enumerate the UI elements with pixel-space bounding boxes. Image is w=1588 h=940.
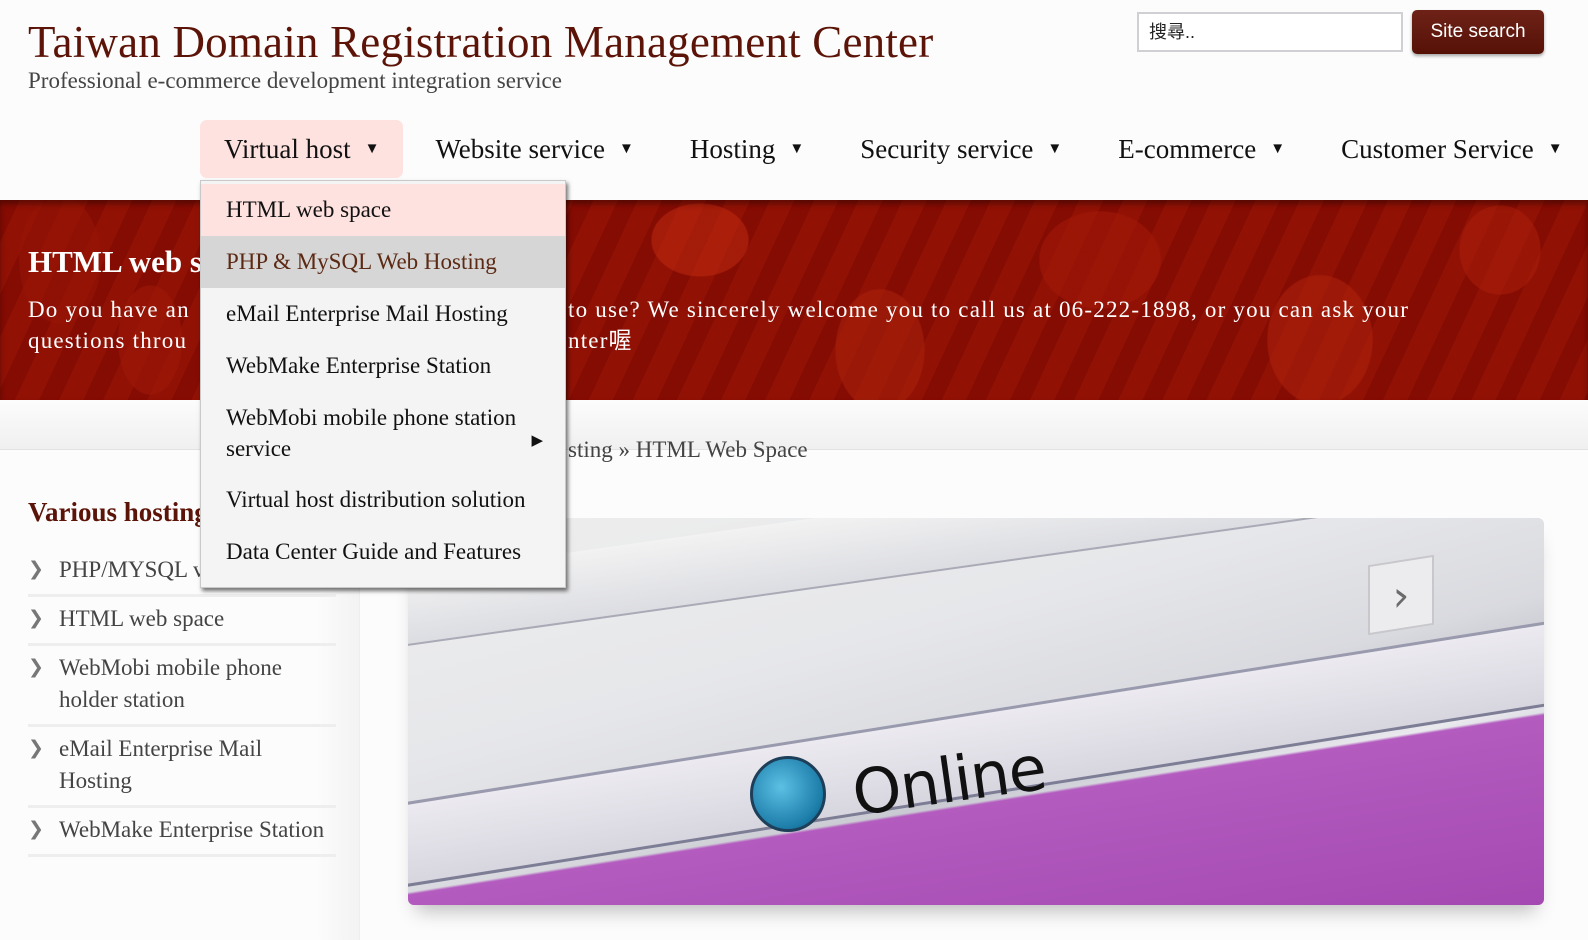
banner-line: questions throu bbox=[28, 328, 188, 353]
nav-label: Website service bbox=[435, 133, 605, 164]
menu-item-data-center-guide[interactable]: Data Center Guide and Features bbox=[201, 526, 565, 587]
site-tagline: Professional e-commerce development inte… bbox=[28, 68, 562, 93]
chevron-right-icon: ❯ bbox=[28, 656, 44, 678]
menu-item-html-web-space[interactable]: HTML web space bbox=[201, 184, 565, 236]
menu-item-webmobi-service[interactable]: WebMobi mobile phone station service ▶ bbox=[201, 392, 565, 474]
virtual-host-dropdown: HTML web space PHP & MySQL Web Hosting e… bbox=[200, 180, 566, 588]
main-nav: Virtual host ▼ Website service ▼ Hosting… bbox=[200, 120, 1588, 178]
sidebar-item-label: HTML web space bbox=[59, 606, 225, 631]
chevron-right-icon: ❯ bbox=[28, 818, 44, 840]
menu-item-distribution-solution[interactable]: Virtual host distribution solution bbox=[201, 474, 565, 526]
nav-item-security-service[interactable]: Security service ▼ bbox=[836, 120, 1086, 178]
nav-item-customer-service[interactable]: Customer Service ▼ bbox=[1317, 120, 1587, 178]
caret-down-icon: ▼ bbox=[1547, 140, 1563, 157]
caret-down-icon: ▼ bbox=[364, 140, 380, 157]
search-input[interactable] bbox=[1137, 12, 1403, 52]
banner-title: HTML web s bbox=[28, 244, 202, 279]
sidebar-item-email-hosting[interactable]: ❯ eMail Enterprise Mail Hosting bbox=[28, 727, 336, 808]
chevron-right-icon: ❯ bbox=[28, 607, 44, 629]
sidebar-title: Various hosting bbox=[28, 497, 208, 527]
menu-item-php-mysql-hosting[interactable]: PHP & MySQL Web Hosting bbox=[201, 236, 565, 288]
menu-item-label: WebMobi mobile phone station service bbox=[226, 405, 517, 461]
banner-description-left: Do you have an questions throu bbox=[28, 294, 190, 356]
banner-description-right: to use? We sincerely welcome you to call… bbox=[568, 294, 1409, 356]
nav-label: Security service bbox=[860, 133, 1034, 164]
menu-item-email-hosting[interactable]: eMail Enterprise Mail Hosting bbox=[201, 288, 565, 340]
banner-line: Do you have an bbox=[28, 297, 190, 322]
submenu-arrow-icon: ▶ bbox=[531, 433, 543, 449]
globe-icon bbox=[750, 756, 826, 832]
banner-line: nter喔 bbox=[568, 328, 633, 353]
nav-label: Virtual host bbox=[224, 133, 351, 164]
caret-down-icon: ▼ bbox=[789, 140, 805, 157]
chevron-right-icon: ❯ bbox=[28, 558, 44, 580]
caret-down-icon: ▼ bbox=[619, 140, 634, 157]
caret-down-icon: ▼ bbox=[1047, 140, 1063, 157]
nav-label: Hosting bbox=[689, 133, 776, 164]
sidebar-item-html-web-space[interactable]: ❯ HTML web space bbox=[28, 597, 336, 646]
sidebar-item-label: WebMobi mobile phone holder station bbox=[59, 655, 283, 712]
site-header: Taiwan Domain Registration Management Ce… bbox=[0, 0, 1588, 200]
menu-item-webmake-station[interactable]: WebMake Enterprise Station bbox=[201, 340, 565, 392]
site-title[interactable]: Taiwan Domain Registration Management Ce… bbox=[28, 16, 933, 68]
nav-item-e-commerce[interactable]: E-commerce ▼ bbox=[1094, 120, 1309, 178]
nav-item-website-service[interactable]: Website service ▼ bbox=[411, 120, 657, 178]
nav-item-virtual-host[interactable]: Virtual host ▼ bbox=[200, 120, 404, 178]
site-search-button[interactable]: Site search bbox=[1412, 10, 1544, 54]
hero-image: › Online bbox=[408, 518, 1544, 905]
forward-arrow-icon: › bbox=[1368, 554, 1434, 636]
nav-label: Customer Service bbox=[1341, 133, 1534, 164]
nav-label: E-commerce bbox=[1118, 133, 1257, 164]
sidebar-item-label: eMail Enterprise Mail Hosting bbox=[59, 736, 263, 793]
breadcrumb[interactable]: sting » HTML Web Space bbox=[568, 437, 808, 463]
banner-line: to use? We sincerely welcome you to call… bbox=[568, 297, 1410, 322]
sidebar-item-webmobi[interactable]: ❯ WebMobi mobile phone holder station bbox=[28, 646, 336, 727]
caret-down-icon: ▼ bbox=[1270, 140, 1286, 157]
nav-item-hosting[interactable]: Hosting ▼ bbox=[666, 120, 828, 178]
sidebar-item-webmake[interactable]: ❯ WebMake Enterprise Station bbox=[28, 808, 336, 857]
sidebar-item-label: WebMake Enterprise Station bbox=[59, 817, 325, 842]
chevron-right-icon: ❯ bbox=[28, 737, 44, 759]
sidebar-list: ❯ PHP/MYSQL v hosting ❯ HTML web space ❯… bbox=[28, 548, 336, 857]
